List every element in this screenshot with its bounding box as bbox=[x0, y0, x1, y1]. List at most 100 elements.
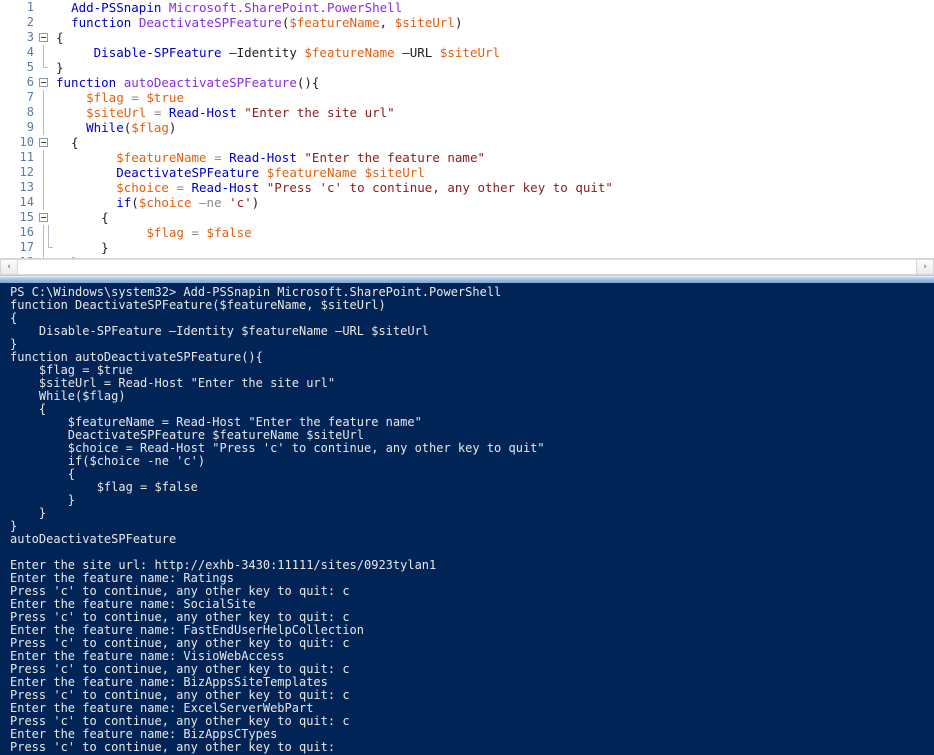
code-line[interactable]: 4 Disable-SPFeature –Identity $featureNa… bbox=[0, 45, 934, 60]
code-line-text[interactable]: { bbox=[54, 30, 934, 45]
fold-column[interactable] bbox=[34, 135, 54, 150]
code-line-text[interactable]: Add-PSSnapin Microsoft.SharePoint.PowerS… bbox=[54, 0, 934, 15]
code-line-text[interactable]: While($flag) bbox=[54, 120, 934, 135]
code-line[interactable]: 1 Add-PSSnapin Microsoft.SharePoint.Powe… bbox=[0, 0, 934, 15]
fold-column[interactable] bbox=[34, 240, 54, 255]
code-token-plain: –Identity bbox=[229, 45, 297, 60]
fold-column[interactable] bbox=[34, 0, 54, 15]
code-line[interactable]: 5} bbox=[0, 60, 934, 75]
code-line[interactable]: 11 $featureName = Read-Host "Enter the f… bbox=[0, 150, 934, 165]
fold-column[interactable] bbox=[34, 105, 54, 120]
code-line-text[interactable]: { bbox=[54, 135, 934, 150]
scroll-right-arrow-icon[interactable]: › bbox=[916, 259, 934, 275]
code-line-text[interactable]: { bbox=[54, 210, 934, 225]
code-line[interactable]: 12 DeactivateSPFeature $featureName $sit… bbox=[0, 165, 934, 180]
editor-horizontal-scrollbar[interactable]: ‹ › bbox=[0, 258, 934, 276]
code-line-text[interactable]: if($choice –ne 'c') bbox=[54, 195, 934, 210]
code-line-text[interactable]: $flag = $true bbox=[54, 90, 934, 105]
code-token-var: $false bbox=[206, 225, 252, 240]
code-line[interactable]: 3{ bbox=[0, 30, 934, 45]
fold-guide-line bbox=[43, 240, 44, 255]
line-number: 1 bbox=[26, 0, 34, 14]
code-line[interactable]: 15 { bbox=[0, 210, 934, 225]
code-token-var: $true bbox=[146, 90, 184, 105]
code-line[interactable]: 17 } bbox=[0, 240, 934, 255]
line-number: 11 bbox=[19, 150, 34, 164]
code-line-text[interactable]: $choice = Read-Host "Press 'c' to contin… bbox=[54, 180, 934, 195]
code-line[interactable]: 13 $choice = Read-Host "Press 'c' to con… bbox=[0, 180, 934, 195]
fold-column[interactable] bbox=[34, 120, 54, 135]
code-token-var: $featureName bbox=[116, 150, 207, 165]
code-token-keyword: if bbox=[116, 195, 132, 210]
line-number: 12 bbox=[19, 165, 34, 179]
code-line-text[interactable]: Disable-SPFeature –Identity $featureName… bbox=[54, 45, 934, 60]
console-line: $flag = $false bbox=[10, 480, 198, 494]
code-line[interactable]: 16 $flag = $false bbox=[0, 225, 934, 240]
code-line-text[interactable]: $siteUrl = Read-Host "Enter the site url… bbox=[54, 105, 934, 120]
pane-splitter[interactable] bbox=[0, 276, 934, 283]
code-line[interactable]: 6 function autoDeactivateSPFeature(){ bbox=[0, 75, 934, 90]
code-token-var: $flag bbox=[131, 120, 169, 135]
code-line-text[interactable]: } bbox=[54, 240, 934, 255]
line-number: 5 bbox=[26, 60, 34, 74]
fold-column[interactable] bbox=[34, 15, 54, 30]
code-token-plain: } bbox=[56, 60, 64, 75]
code-line[interactable]: 18 } bbox=[0, 255, 934, 258]
fold-column[interactable] bbox=[34, 75, 54, 90]
code-line[interactable]: 8 $siteUrl = Read-Host "Enter the site u… bbox=[0, 105, 934, 120]
code-line[interactable]: 2 function DeactivateSPFeature($featureN… bbox=[0, 15, 934, 30]
fold-column[interactable] bbox=[34, 90, 54, 105]
scroll-left-arrow-icon[interactable]: ‹ bbox=[0, 259, 18, 275]
code-line-text[interactable]: } bbox=[54, 60, 934, 75]
fold-column[interactable] bbox=[34, 195, 54, 210]
fold-collapse-icon[interactable] bbox=[39, 213, 48, 222]
fold-guide-line bbox=[43, 225, 44, 240]
code-line-text[interactable]: DeactivateSPFeature $featureName $siteUr… bbox=[54, 165, 934, 180]
fold-column[interactable] bbox=[34, 150, 54, 165]
fold-column[interactable] bbox=[34, 180, 54, 195]
scrollbar-track[interactable] bbox=[18, 259, 916, 275]
code-line[interactable]: 14 if($choice –ne 'c') bbox=[0, 195, 934, 210]
line-number: 9 bbox=[26, 120, 34, 134]
code-rows[interactable]: 1 Add-PSSnapin Microsoft.SharePoint.Powe… bbox=[0, 0, 934, 258]
code-line-text[interactable]: function DeactivateSPFeature($featureNam… bbox=[54, 15, 934, 30]
code-token-func: autoDeactivateSPFeature bbox=[123, 75, 297, 90]
code-token-var: $flag bbox=[146, 225, 184, 240]
console-line: $siteUrl = Read-Host "Enter the site url… bbox=[10, 376, 336, 390]
fold-collapse-icon[interactable] bbox=[39, 78, 48, 87]
console-output-pane[interactable]: PS C:\Windows\system32> Add-PSSnapin Mic… bbox=[0, 283, 934, 755]
fold-column[interactable] bbox=[34, 225, 54, 240]
fold-end-marker bbox=[48, 240, 53, 248]
code-line[interactable]: 7 $flag = $true bbox=[0, 90, 934, 105]
code-token-str: "Enter the site url" bbox=[244, 105, 395, 120]
fold-collapse-icon[interactable] bbox=[39, 33, 48, 42]
fold-column[interactable] bbox=[34, 255, 54, 258]
fold-column[interactable] bbox=[34, 60, 54, 75]
code-line[interactable]: 9 While($flag) bbox=[0, 120, 934, 135]
fold-column[interactable] bbox=[34, 210, 54, 225]
code-line-text[interactable]: $flag = $false bbox=[54, 225, 934, 240]
fold-column[interactable] bbox=[34, 165, 54, 180]
code-line-text[interactable]: $featureName = Read-Host "Enter the feat… bbox=[54, 150, 934, 165]
script-editor-pane[interactable]: 1 Add-PSSnapin Microsoft.SharePoint.Powe… bbox=[0, 0, 934, 258]
console-line: While($flag) bbox=[10, 389, 126, 403]
fold-collapse-icon[interactable] bbox=[39, 138, 48, 147]
code-line-text[interactable]: function autoDeactivateSPFeature(){ bbox=[54, 75, 934, 90]
code-line[interactable]: 10 { bbox=[0, 135, 934, 150]
fold-column[interactable] bbox=[34, 30, 54, 45]
code-token-plain: ) bbox=[168, 120, 177, 135]
console-line: Press 'c' to continue, any other key to … bbox=[10, 740, 336, 754]
fold-column[interactable] bbox=[34, 45, 54, 60]
code-token-var: $siteUrl bbox=[439, 45, 501, 60]
fold-guide-line bbox=[43, 180, 44, 195]
code-line-text[interactable]: } bbox=[54, 255, 934, 258]
